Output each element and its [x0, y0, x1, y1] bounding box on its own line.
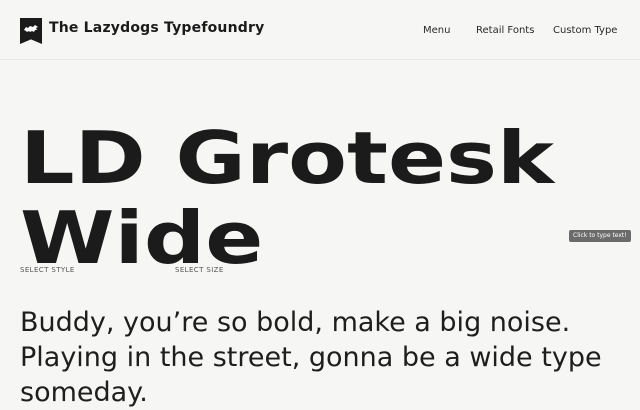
type-tester-textarea[interactable]: Buddy, you’re so bold, make a big noise.…: [20, 305, 630, 410]
select-size-dropdown[interactable]: SELECT SIZE: [175, 266, 224, 274]
site-header: The Lazydogs Typefoundry Menu Retail Fon…: [0, 0, 640, 60]
select-style-dropdown[interactable]: SELECT STYLE: [20, 266, 75, 274]
nav-custom-type[interactable]: Custom Type: [553, 25, 617, 36]
font-title-line-2: Wide: [20, 196, 264, 281]
nav-retail-fonts[interactable]: Retail Fonts: [476, 25, 534, 36]
logo-badge[interactable]: [20, 18, 42, 44]
brand-name[interactable]: The Lazydogs Typefoundry: [49, 20, 264, 36]
type-tester-tooltip: Click to type text!: [569, 230, 631, 242]
nav-menu[interactable]: Menu: [423, 25, 450, 36]
font-title-line-1: LD Grotesk: [20, 116, 555, 201]
